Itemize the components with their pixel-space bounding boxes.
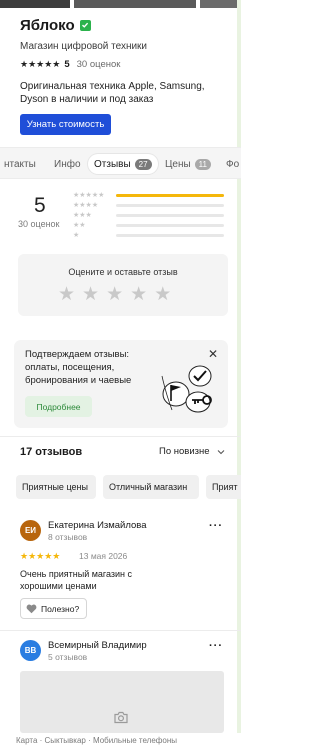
tab-label: Цены [165, 158, 191, 170]
summary-score: 5 [34, 194, 46, 217]
rate-prompt: Оцените и оставьте отзыв [68, 267, 178, 277]
dist-row: ★★★★ [73, 200, 226, 210]
chip-excellent-store[interactable]: Отличный магазин [103, 475, 199, 499]
tab-photos[interactable]: Фо [226, 154, 239, 174]
chevron-down-icon[interactable] [217, 448, 225, 457]
org-category: Магазин цифровой техники [20, 41, 148, 52]
tab-contacts[interactable]: нтакты [4, 154, 36, 174]
camera-icon [114, 711, 128, 724]
get-price-button[interactable]: Узнать стоимость [20, 114, 111, 135]
rating-count: 30 оценок [76, 58, 121, 70]
sort-dropdown[interactable]: По новизне [159, 446, 210, 457]
dist-stars: ★★★★ [73, 202, 99, 209]
promo-illustration-icon [161, 365, 212, 413]
review-text: Очень приятный магазин с хорошими ценами [20, 569, 133, 591]
rate-stars: ★ ★ ★ ★ ★ [58, 285, 171, 304]
org-description: Оригинальная техника Apple, Samsung, Dys… [20, 81, 205, 105]
more-options-icon[interactable]: ··· [209, 640, 223, 652]
divider [0, 630, 241, 631]
promo-more-button[interactable]: Подробнее [25, 396, 92, 417]
chip-pleasant-prices[interactable]: Приятные цены [16, 475, 96, 499]
breadcrumb[interactable]: Карта · Сыктывкар · Мобильные телефоны [0, 733, 241, 748]
tab-bar: нтакты Инфо Отзывы 27 Цены 11 Фо [0, 147, 241, 179]
review-photo[interactable] [20, 671, 224, 733]
org-title: Яблоко [20, 16, 75, 34]
dist-row: ★ [73, 230, 226, 240]
verified-reviews-promo: Подтверждаем отзывы: оплаты, посещения, … [14, 340, 228, 428]
dist-stars: ★★ [73, 222, 86, 229]
org-rating[interactable]: ★★★★★ 5 30 оценок [20, 57, 235, 71]
dist-row: ★★★★★ [73, 190, 226, 200]
review-stars: ★★★★★ [20, 551, 61, 561]
dist-row: ★★ [73, 220, 226, 230]
tab-label: Инфо [54, 158, 81, 170]
dist-stars: ★ [73, 232, 80, 239]
avatar[interactable]: ЕИ [20, 520, 41, 541]
reviews-list-header: 17 отзывов По новизне [20, 444, 230, 460]
reviews-count-heading: 17 отзывов [20, 446, 83, 458]
more-options-icon[interactable]: ··· [209, 520, 223, 532]
review-date: 13 мая 2026 [79, 551, 128, 561]
avatar[interactable]: ВВ [20, 640, 41, 661]
rate-and-review-box: Оцените и оставьте отзыв ★ ★ ★ ★ ★ [18, 254, 228, 316]
reviewer-review-count: 5 отзывов [48, 652, 88, 662]
tab-label: Отзывы [94, 158, 131, 170]
chip-pleasant[interactable]: Прият [206, 475, 241, 499]
promo-text: Подтверждаем отзывы: оплаты, посещения, … [25, 349, 132, 386]
heart-icon [26, 604, 37, 613]
verified-check-icon [79, 19, 91, 31]
tab-reviews[interactable]: Отзывы 27 [88, 154, 158, 174]
tab-info[interactable]: Инфо [54, 154, 81, 174]
review-card: ЕИ Екатерина Измайлова 8 отзывов ··· ★★★… [20, 520, 232, 622]
rate-star-1[interactable]: ★ [58, 285, 75, 304]
review-tag-chips: Приятные цены Отличный магазин Прият [16, 475, 241, 499]
tab-badge: 11 [194, 158, 211, 170]
summary-count: 30 оценок [18, 219, 60, 229]
dist-stars: ★★★ [73, 212, 92, 219]
org-header: Яблоко Магазин цифровой техники ★★★★★ 5 … [20, 14, 235, 135]
review-card: ВВ Всемирный Владимир 5 отзывов ··· [20, 640, 232, 668]
header-photo-strip [0, 0, 241, 8]
tab-label: нтакты [4, 158, 36, 170]
rate-star-3[interactable]: ★ [106, 285, 123, 304]
tab-prices[interactable]: Цены 11 [165, 154, 211, 174]
rating-stars: ★★★★★ [20, 58, 61, 69]
useful-label: Полезно? [41, 603, 80, 614]
reviewer-name[interactable]: Всемирный Владимир [48, 640, 147, 651]
right-edge-strip [237, 0, 241, 748]
dist-fill [116, 193, 224, 197]
useful-button[interactable]: Полезно? [20, 598, 87, 619]
rate-star-4[interactable]: ★ [130, 285, 147, 304]
divider [0, 436, 241, 437]
rating-value: 5 [64, 58, 70, 70]
dist-stars: ★★★★★ [73, 192, 105, 199]
rate-star-5[interactable]: ★ [154, 285, 171, 304]
rating-summary: 5 30 оценок ★★★★★ ★★★★ ★★★ ★★ ★ [15, 187, 226, 240]
tab-label: Фо [226, 158, 240, 170]
rate-star-2[interactable]: ★ [82, 285, 99, 304]
reviewer-name[interactable]: Екатерина Измайлова [48, 520, 147, 531]
tab-badge: 27 [134, 158, 152, 170]
reviewer-review-count: 8 отзывов [48, 532, 88, 542]
dist-row: ★★★ [73, 210, 226, 220]
rating-distribution: ★★★★★ ★★★★ ★★★ ★★ ★ [73, 190, 226, 240]
